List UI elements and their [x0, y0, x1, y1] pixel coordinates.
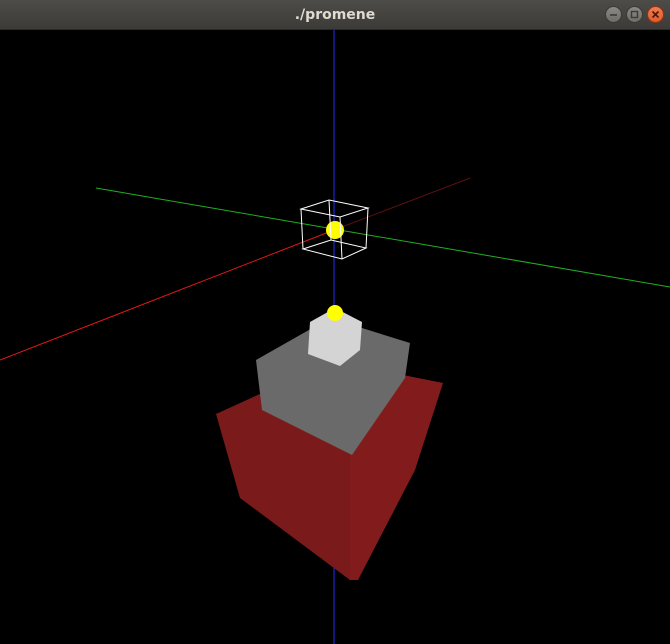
close-button[interactable]: [647, 6, 664, 23]
window-title: ./promene: [294, 7, 376, 23]
minimize-icon: [610, 14, 617, 16]
gl-viewport[interactable]: [0, 30, 670, 644]
x-axis-far-line: [333, 177, 471, 231]
close-icon: [651, 10, 660, 19]
app-window: ./promene: [0, 0, 670, 644]
window-controls: [605, 6, 664, 23]
scene-canvas: [0, 30, 670, 644]
minimize-button[interactable]: [605, 6, 622, 23]
y-axis-line: [95, 187, 670, 288]
x-axis-line: [0, 229, 335, 361]
maximize-button[interactable]: [626, 6, 643, 23]
light-marker-lower: [327, 305, 343, 321]
maximize-icon: [630, 10, 639, 19]
title-bar[interactable]: ./promene: [0, 0, 670, 30]
